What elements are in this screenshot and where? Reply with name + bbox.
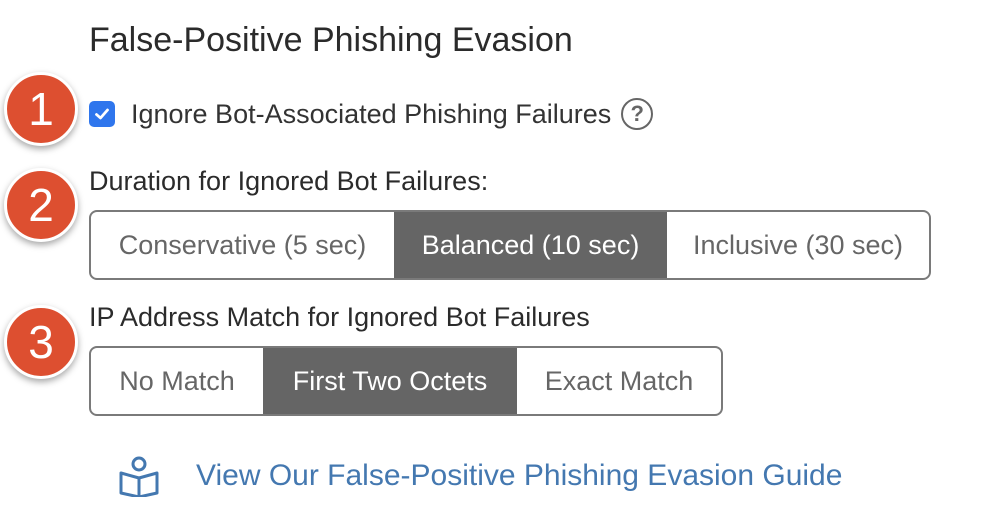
ignore-bot-row: Ignore Bot-Associated Phishing Failures … xyxy=(89,93,654,135)
step-badge-3: 3 xyxy=(4,305,78,379)
step-badge-1: 1 xyxy=(4,72,78,146)
section-title: False-Positive Phishing Evasion xyxy=(89,21,573,59)
checkmark-icon xyxy=(95,108,109,120)
reading-book-icon xyxy=(119,456,159,497)
guide-link[interactable]: View Our False-Positive Phishing Evasion… xyxy=(118,452,842,500)
ip-match-label: IP Address Match for Ignored Bot Failure… xyxy=(89,302,590,332)
ignore-bot-checkbox[interactable] xyxy=(89,101,115,127)
ip-match-segmented-control: No Match First Two Octets Exact Match xyxy=(89,346,723,416)
duration-segmented-control: Conservative (5 sec) Balanced (10 sec) I… xyxy=(89,210,931,280)
guide-link-text[interactable]: View Our False-Positive Phishing Evasion… xyxy=(196,459,842,493)
duration-option-balanced[interactable]: Balanced (10 sec) xyxy=(394,212,667,278)
duration-option-conservative[interactable]: Conservative (5 sec) xyxy=(91,212,394,278)
duration-label: Duration for Ignored Bot Failures: xyxy=(89,166,489,196)
ip-match-option-exact-match[interactable]: Exact Match xyxy=(517,348,721,414)
duration-option-inclusive[interactable]: Inclusive (30 sec) xyxy=(667,212,929,278)
question-circle-icon[interactable]: ? xyxy=(621,98,654,130)
step-badge-2: 2 xyxy=(4,168,78,242)
ip-match-option-first-two-octets[interactable]: First Two Octets xyxy=(263,348,517,414)
ip-match-option-no-match[interactable]: No Match xyxy=(91,348,263,414)
ignore-bot-label[interactable]: Ignore Bot-Associated Phishing Failures xyxy=(131,99,611,130)
